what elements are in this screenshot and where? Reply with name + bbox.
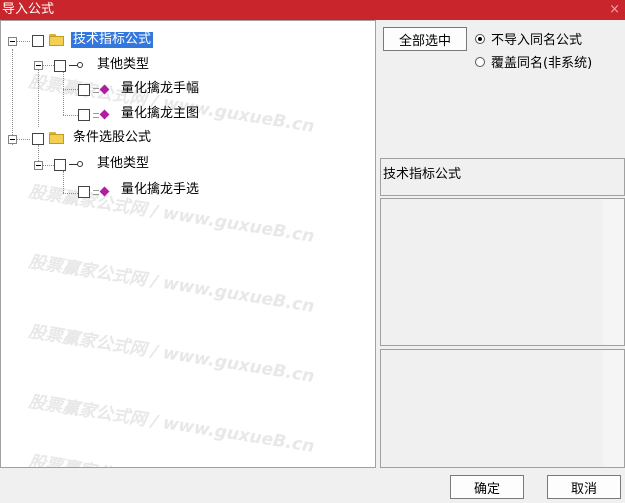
tree-item-label[interactable]: 量化擒龙手选 bbox=[119, 182, 201, 198]
radio-skip-duplicates[interactable]: 不导入同名公式 bbox=[475, 29, 582, 48]
formula-icon bbox=[93, 186, 111, 198]
collapse-toggle[interactable] bbox=[34, 161, 43, 170]
tree-checkbox[interactable] bbox=[32, 35, 44, 47]
radio-overwrite-duplicates[interactable]: 覆盖同名(非系统) bbox=[475, 52, 592, 71]
ok-button[interactable]: 确定 bbox=[450, 475, 524, 499]
radio-indicator bbox=[475, 56, 485, 67]
folder-icon bbox=[49, 34, 64, 46]
tree-checkbox[interactable] bbox=[78, 109, 90, 121]
scrollbar[interactable] bbox=[603, 199, 624, 345]
tree-connector bbox=[63, 115, 78, 116]
tree-checkbox[interactable] bbox=[54, 60, 66, 72]
watermark-text: 股票赢家公式网 / www.guxueB.cn bbox=[27, 391, 316, 457]
tree-item-label[interactable]: 其他类型 bbox=[95, 156, 151, 172]
tree-checkbox[interactable] bbox=[54, 159, 66, 171]
collapse-toggle[interactable] bbox=[34, 61, 43, 70]
watermark-text: 股票赢家公式网 / www.guxueB.cn bbox=[27, 447, 316, 467]
radio-indicator bbox=[475, 33, 485, 44]
tree-checkbox[interactable] bbox=[78, 186, 90, 198]
tree-checkbox[interactable] bbox=[32, 133, 44, 145]
tree-connector bbox=[63, 171, 64, 193]
collapse-toggle[interactable] bbox=[8, 37, 17, 46]
window-title: 导入公式 bbox=[2, 2, 55, 17]
tree-connector bbox=[63, 193, 78, 194]
title-bar: 导入公式 × bbox=[0, 0, 625, 20]
watermark-text: 股票赢家公式网 / www.guxueB.cn bbox=[27, 321, 316, 387]
key-icon bbox=[69, 160, 85, 170]
watermark-text: 股票赢家公式网 / www.guxueB.cn bbox=[27, 72, 316, 137]
tree-connector bbox=[16, 139, 30, 140]
folder-icon bbox=[49, 132, 64, 144]
tree-connector bbox=[63, 89, 78, 90]
watermark-text: 股票赢家公式网 / www.guxueB.cn bbox=[27, 251, 316, 317]
radio-label: 不导入同名公式 bbox=[491, 33, 583, 48]
formula-icon bbox=[93, 84, 111, 96]
select-all-button[interactable]: 全部选中 bbox=[383, 27, 467, 51]
scrollbar[interactable] bbox=[603, 350, 624, 467]
formula-tree-panel[interactable]: 股票赢家公式网 / www.guxueB.cn 股票赢家公式网 / www.gu… bbox=[0, 20, 376, 468]
tree-connector bbox=[16, 41, 30, 42]
tree-connector bbox=[42, 65, 54, 66]
tree-connector bbox=[38, 67, 39, 127]
key-icon bbox=[69, 61, 85, 71]
tree-item-label[interactable]: 其他类型 bbox=[95, 57, 151, 73]
collapse-toggle[interactable] bbox=[8, 135, 17, 144]
formula-detail-box bbox=[380, 349, 625, 468]
tree-item-label[interactable]: 条件选股公式 bbox=[71, 130, 153, 146]
tree-item-label[interactable]: 量化擒龙手幅 bbox=[119, 81, 201, 97]
category-info-box: 技术指标公式 bbox=[380, 158, 625, 196]
radio-label: 覆盖同名(非系统) bbox=[491, 56, 593, 71]
tree-connector bbox=[42, 165, 54, 166]
tree-checkbox[interactable] bbox=[78, 84, 90, 96]
tree-connector bbox=[12, 49, 13, 145]
selected-category-text: 技术指标公式 bbox=[383, 167, 462, 182]
cancel-button[interactable]: 取消 bbox=[547, 475, 621, 499]
close-icon[interactable]: × bbox=[609, 0, 620, 20]
tree-item-label[interactable]: 技术指标公式 bbox=[71, 32, 154, 48]
tree-connector bbox=[63, 67, 64, 115]
tree-item-label[interactable]: 量化擒龙主图 bbox=[119, 106, 201, 122]
formula-icon bbox=[93, 109, 111, 121]
formula-description-box bbox=[380, 198, 625, 346]
